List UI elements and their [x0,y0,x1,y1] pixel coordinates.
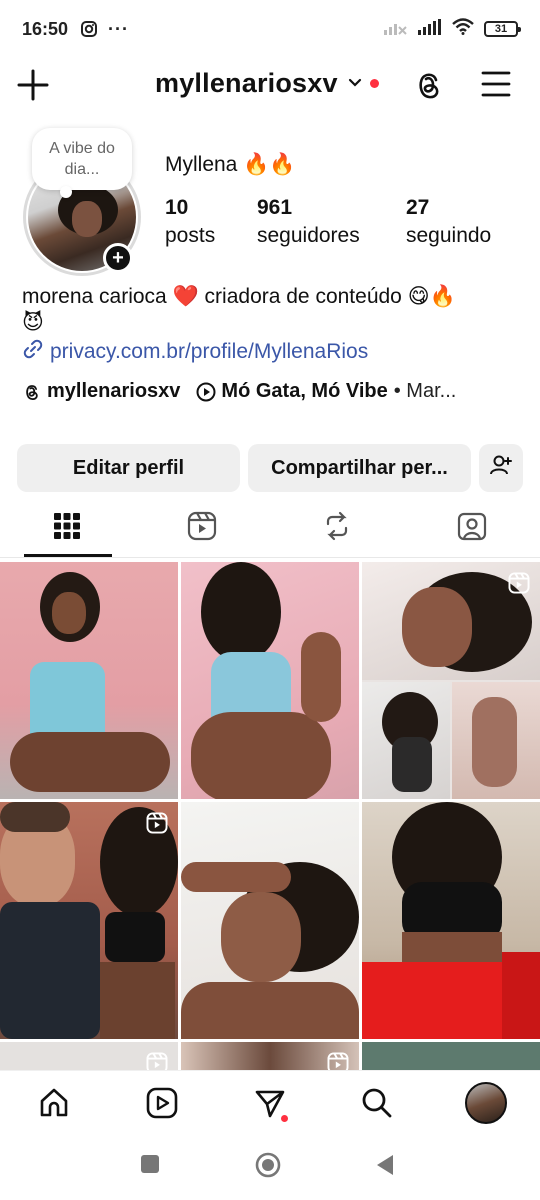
share-profile-button[interactable]: Compartilhar per... [248,444,471,492]
threads-handle-link[interactable]: myllenariosxv [47,380,180,403]
post-thumbnail[interactable] [181,562,359,799]
tabs-divider [0,557,540,558]
chevron-down-icon [348,75,362,93]
profile-link-text: privacy.com.br/profile/MyllenaRios [50,340,369,363]
notification-dot [281,1115,288,1122]
stat-posts[interactable]: 10 posts [165,195,215,251]
search-icon [360,1086,394,1125]
add-story-button[interactable]: + [103,243,133,273]
bottom-navigation [0,1070,540,1136]
tab-tagged[interactable] [427,500,517,556]
threads-icon[interactable] [412,68,446,107]
profile-tabs [0,500,540,556]
profile-link[interactable]: privacy.com.br/profile/MyllenaRios [22,338,368,366]
nav-profile-avatar[interactable] [465,1082,507,1124]
add-user-button[interactable] [479,444,523,492]
nav-direct[interactable] [250,1085,290,1125]
signal-off-icon [384,19,408,40]
post-thumbnail[interactable] [362,1042,540,1070]
reels-icon [145,1086,179,1125]
post-thumbnail[interactable] [181,802,359,1039]
bio-line-2: 😈 [22,311,44,334]
plus-icon[interactable] [16,68,50,107]
link-icon [22,338,50,366]
tagged-icon [457,511,487,546]
reels-icon [146,812,168,834]
status-bar: 16:50 ··· 31 [0,0,540,58]
reels-icon [146,1052,168,1070]
wifi-icon [452,18,474,40]
profile-header: myllenariosxv [0,58,540,114]
stat-posts-value: 10 [165,196,189,219]
stat-following-value: 27 [406,196,430,219]
bio-line-1: morena carioca ❤️ criadora de conteúdo 😋… [22,285,456,308]
grid-icon [53,512,81,545]
post-thumbnail[interactable] [0,802,178,1039]
stat-following-label: seguindo [406,224,492,247]
post-thumbnail[interactable] [362,802,540,1039]
play-icon [196,382,216,402]
header-username: myllenariosxv [155,68,338,98]
nav-home[interactable] [34,1085,74,1125]
edit-profile-button[interactable]: Editar perfil [17,444,240,492]
profile-music-artist: • Mar... [393,380,457,402]
tab-reposts[interactable] [292,500,382,556]
post-thumbnail[interactable] [362,562,540,799]
system-navigation-bar [0,1136,540,1200]
stat-following[interactable]: 27 seguindo [406,195,491,251]
stat-followers[interactable]: 961 seguidores [257,195,360,251]
profile-meta-row: myllenariosxv Mó Gata, Mó Vibe • Mar... [22,380,522,403]
nav-search[interactable] [357,1085,397,1125]
back-icon[interactable] [375,1154,395,1181]
post-thumbnail[interactable] [181,1042,359,1070]
tab-grid[interactable] [22,500,112,556]
account-switcher[interactable]: myllenariosxv [155,68,379,99]
reels-icon [508,572,530,594]
stat-posts-label: posts [165,224,216,247]
posts-grid [0,560,540,1070]
profile-bio: morena carioca ❤️ criadora de conteúdo 😋… [22,284,522,336]
threads-icon [22,382,42,402]
display-name: Myllena 🔥🔥 [165,153,296,176]
home-icon [37,1086,71,1125]
nav-reels[interactable] [142,1085,182,1125]
signal-icon [418,18,442,40]
profile-music-title[interactable]: Mó Gata, Mó Vibe [221,380,387,403]
stat-followers-value: 961 [257,196,293,219]
reels-icon [327,1052,349,1070]
status-time: 16:50 [22,18,69,39]
post-thumbnail[interactable] [0,562,178,799]
notification-dot [369,79,379,88]
menu-icon[interactable] [480,70,512,103]
add-user-icon [489,454,513,482]
post-thumbnail[interactable] [0,1042,178,1070]
tab-reels[interactable] [157,500,247,556]
recents-icon[interactable] [140,1154,160,1179]
battery-icon: 31 [484,21,521,37]
instagram-notification-icon [80,20,98,38]
reposts-icon [322,511,352,546]
home-circle-icon[interactable] [255,1152,281,1183]
note-text: A vibe do dia... [49,140,115,178]
more-notifications-icon: ··· [108,18,130,39]
stat-followers-label: seguidores [257,224,360,247]
profile-note-bubble[interactable]: A vibe do dia... [32,128,132,198]
reels-icon [187,511,217,546]
